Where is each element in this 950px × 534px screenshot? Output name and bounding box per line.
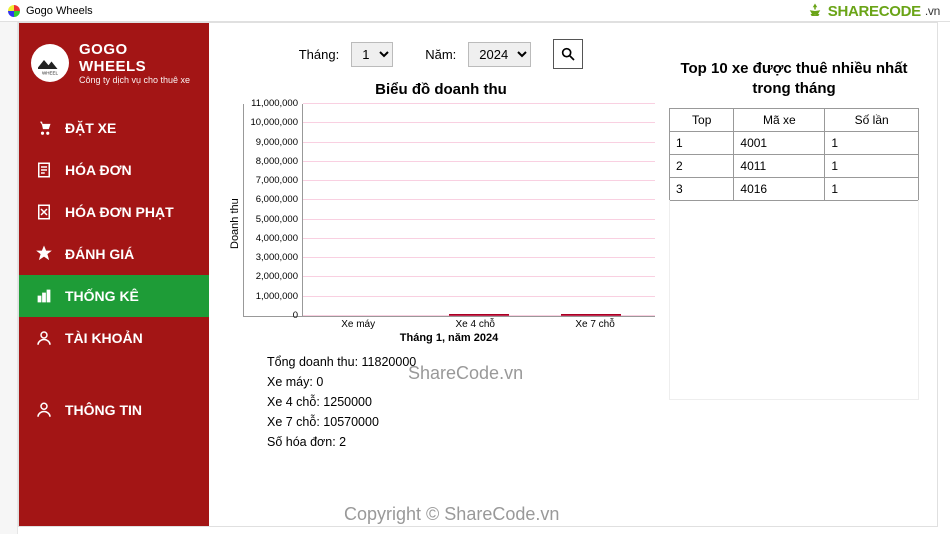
search-icon <box>560 46 576 62</box>
search-button[interactable] <box>553 39 583 69</box>
revenue-chart: Doanh thu 11,000,00010,000,0009,000,0008… <box>227 104 655 344</box>
info-icon <box>35 401 53 419</box>
table-header: Số lần <box>825 109 919 132</box>
sidebar-item-3[interactable]: ĐÁNH GIÁ <box>19 233 209 275</box>
top10-table: TopMã xeSố lần 140011240111340161 <box>669 108 919 201</box>
sidebar-item-1[interactable]: HÓA ĐƠN <box>19 149 209 191</box>
sidebar-item-4[interactable]: THỐNG KÊ <box>19 275 209 317</box>
xtick-label: Xe 7 chỗ <box>575 319 614 330</box>
svg-text:WHEEL: WHEEL <box>42 70 59 75</box>
summary-row: Xe 7 chỗ: 10570000 <box>267 412 655 432</box>
summary-row: Xe máy: 0 <box>267 372 655 392</box>
stats-icon <box>35 287 53 305</box>
xtick-label: Xe 4 chỗ <box>455 319 494 330</box>
sidebar-item-2[interactable]: HÓA ĐƠN PHẠT <box>19 191 209 233</box>
summary-total: Tổng doanh thu: 11820000 <box>267 352 655 372</box>
table-row[interactable]: 240111 <box>670 155 919 178</box>
month-label: Tháng: <box>299 47 339 62</box>
sidebar: WHEEL GOGO WHEELS Công ty dịch vụ cho th… <box>19 23 209 526</box>
summary-row: Xe 4 chỗ: 1250000 <box>267 392 655 412</box>
brand-logo-icon: WHEEL <box>31 44 69 82</box>
summary: Tổng doanh thu: 11820000 Xe máy: 0Xe 4 c… <box>227 344 655 452</box>
chart-xlabel: Tháng 1, năm 2024 <box>243 330 655 344</box>
sidebar-item-label: ĐẶT XE <box>65 120 116 136</box>
sidebar-item-label: ĐÁNH GIÁ <box>65 246 134 262</box>
sidebar-item-label: THỐNG KÊ <box>65 288 139 304</box>
sidebar-item-label: HÓA ĐƠN <box>65 162 132 178</box>
month-select[interactable]: 1 <box>351 42 393 67</box>
table-empty-area <box>669 200 919 400</box>
sidebar-item-info[interactable]: THÔNG TIN <box>19 389 209 431</box>
xtick-label: Xe máy <box>341 319 375 330</box>
top10-title: Top 10 xe được thuê nhiều nhất trong thá… <box>669 59 919 98</box>
sidebar-item-5[interactable]: TÀI KHOẢN <box>19 317 209 359</box>
ide-left-gutter <box>0 22 18 534</box>
cart-icon <box>35 119 53 137</box>
sidebar-item-0[interactable]: ĐẶT XE <box>19 107 209 149</box>
chart-xaxis: Xe máy Xe 4 chỗ Xe 7 chỗ <box>243 317 655 330</box>
rating-icon <box>35 245 53 263</box>
table-header: Mã xe <box>734 109 825 132</box>
year-label: Năm: <box>425 47 456 62</box>
window-title: Gogo Wheels <box>26 5 93 17</box>
year-select[interactable]: 2024 <box>468 42 531 67</box>
brand: WHEEL GOGO WHEELS Công ty dịch vụ cho th… <box>19 23 209 107</box>
app-window: WHEEL GOGO WHEELS Công ty dịch vụ cho th… <box>18 22 938 527</box>
sharecode-watermark: SHARECODE.vn <box>806 2 940 20</box>
receipt-icon <box>35 161 53 179</box>
sidebar-item-label: THÔNG TIN <box>65 402 142 418</box>
table-header: Top <box>670 109 734 132</box>
chart-yaxis: 11,000,00010,000,0009,000,0008,000,0007,… <box>244 104 302 316</box>
chart-ylabel: Doanh thu <box>227 104 243 344</box>
summary-orders: Số hóa đơn: 2 <box>267 432 655 452</box>
main-content: Tháng: 1 Năm: 2024 Biểu đồ doanh thu Doa… <box>209 23 937 526</box>
sidebar-item-label: TÀI KHOẢN <box>65 330 143 346</box>
filter-bar: Tháng: 1 Năm: 2024 <box>227 39 655 69</box>
sidebar-item-label: HÓA ĐƠN PHẠT <box>65 204 174 220</box>
penalty-icon <box>35 203 53 221</box>
chart-plot <box>302 104 655 316</box>
brand-name: GOGO WHEELS <box>79 41 197 75</box>
nav: ĐẶT XE HÓA ĐƠN HÓA ĐƠN PHẠT ĐÁNH GIÁ THỐNG K… <box>19 107 209 359</box>
chart-title: Biểu đồ doanh thu <box>227 81 655 98</box>
account-icon <box>35 329 53 347</box>
app-logo-icon <box>8 5 20 17</box>
brand-subtitle: Công ty dịch vụ cho thuê xe <box>79 75 197 85</box>
recycle-icon <box>806 2 824 20</box>
table-row[interactable]: 340161 <box>670 178 919 201</box>
table-row[interactable]: 140011 <box>670 132 919 155</box>
